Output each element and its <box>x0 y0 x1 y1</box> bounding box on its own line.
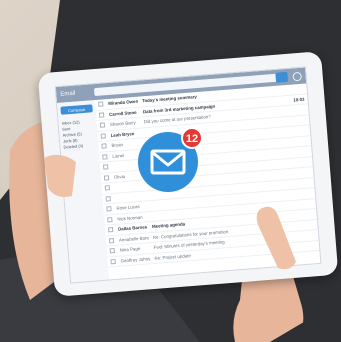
email-time <box>292 120 309 121</box>
email-time <box>295 161 312 162</box>
row-checkbox[interactable] <box>108 237 115 244</box>
email-sender: Carroll Stone <box>108 109 137 117</box>
row-checkbox[interactable] <box>104 185 111 191</box>
email-sender: Miranda Owens <box>108 98 139 107</box>
row-checkbox[interactable] <box>103 164 109 170</box>
email-sender: Dallas Barnes <box>117 224 148 232</box>
search-button[interactable] <box>275 71 289 83</box>
row-checkbox[interactable] <box>101 143 107 149</box>
row-checkbox[interactable] <box>106 206 112 212</box>
row-checkbox[interactable] <box>102 154 108 160</box>
row-checkbox[interactable] <box>109 248 115 254</box>
badge-count: 12 <box>186 133 198 145</box>
row-checkbox[interactable] <box>110 258 116 265</box>
sidebar-item-deleted[interactable]: Deleted (4) <box>63 142 95 150</box>
email-time <box>294 141 311 142</box>
email-list: Miranda Owens Today's meeting summary Carr… <box>94 83 320 279</box>
email-time <box>302 245 319 246</box>
row-checkbox[interactable] <box>98 112 105 118</box>
app-title: Email <box>60 90 76 98</box>
email-time <box>295 151 312 152</box>
email-time <box>293 130 310 131</box>
mail-notification[interactable]: 12 <box>135 124 207 196</box>
settings-icon[interactable] <box>292 71 302 81</box>
row-checkbox[interactable] <box>98 101 104 108</box>
email-time <box>298 193 315 194</box>
row-checkbox[interactable] <box>107 216 113 223</box>
email-time <box>300 214 317 215</box>
email-time: 10:03 <box>293 96 305 103</box>
email-time <box>290 88 307 89</box>
email-sender: Rose Lucas <box>116 204 140 211</box>
row-checkbox[interactable] <box>107 227 114 233</box>
email-time <box>291 109 308 110</box>
email-time <box>297 182 314 183</box>
email-time <box>296 172 313 173</box>
row-checkbox[interactable] <box>100 133 106 139</box>
email-sender <box>113 196 146 199</box>
email-sender: Annabelle Bond <box>118 235 150 243</box>
row-checkbox[interactable] <box>105 195 111 202</box>
row-checkbox[interactable] <box>103 174 110 181</box>
email-time <box>300 224 317 225</box>
compose-button[interactable]: Compose <box>60 104 93 115</box>
email-sender: Nick Norman <box>117 214 143 222</box>
email-sender: Geoffrey Johnson <box>120 255 151 264</box>
photo-scene: Email Compose Inbox (12) Sent Archive (5… <box>0 0 341 342</box>
email-time <box>301 235 318 236</box>
email-sender: Nina Page <box>119 246 141 253</box>
email-time <box>299 203 316 204</box>
row-checkbox[interactable] <box>99 122 106 129</box>
